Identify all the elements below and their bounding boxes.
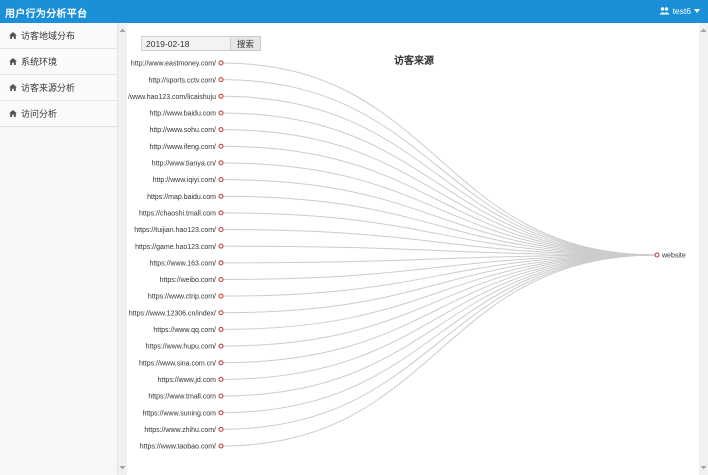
source-node[interactable] (218, 60, 224, 66)
source-node-label: https://www.tmall.com (148, 394, 216, 401)
caret-down-icon (694, 9, 700, 13)
source-node[interactable] (218, 260, 224, 266)
source-node-label: https://www.taobao.com/ (140, 444, 216, 451)
tree-link (220, 254, 658, 380)
source-node[interactable] (218, 410, 224, 416)
sidebar-item-label: 访客来源分析 (21, 83, 76, 93)
source-node-label: https://www.hupu.com/ (146, 344, 216, 351)
source-node[interactable] (218, 227, 224, 233)
source-node-label: http://www.baidu.com (149, 111, 216, 118)
top-navbar: 用户行为分析平台 test6 (0, 0, 708, 23)
source-node[interactable] (218, 210, 224, 216)
app-title[interactable]: 用户行为分析平台 (5, 5, 87, 20)
sidebar: 访客地域分布 系统环境 访客来源分析 访问分析 (0, 23, 118, 475)
source-node[interactable] (218, 360, 224, 366)
tree-link (220, 145, 658, 256)
sidebar-scrollbar[interactable] (118, 23, 127, 475)
source-node-label: https://game.hao123.com/ (135, 244, 216, 251)
source-node-label: https://www.jd.com (158, 377, 217, 384)
home-icon (9, 84, 17, 91)
source-node[interactable] (218, 276, 224, 282)
source-node-label: http://www.ifeng.com/ (149, 144, 216, 151)
tree-links (220, 62, 658, 447)
source-node-label: https://www.ctrip.com/ (148, 294, 216, 301)
source-node-label: http://www.sohu.com/ (149, 127, 216, 134)
source-node-label: http://www.tianya.cn/ (152, 161, 216, 168)
user-menu[interactable]: test6 (659, 6, 700, 16)
source-node[interactable] (218, 393, 224, 399)
sidebar-item-visitor-region[interactable]: 访客地域分布 (0, 23, 117, 49)
users-icon (659, 7, 670, 15)
source-node[interactable] (218, 243, 224, 249)
source-node[interactable] (218, 193, 224, 199)
source-node-label: https://www.12306.cn/index/ (129, 310, 216, 317)
tree-link (220, 254, 658, 364)
source-node[interactable] (218, 376, 224, 382)
source-node-label: https://chaoshi.tmall.com (139, 210, 216, 217)
source-node-label: https://tuijian.hao123.com/ (134, 227, 216, 234)
source-node-label: https://map.baidu.com (147, 194, 216, 201)
source-node[interactable] (218, 127, 224, 133)
source-node-label: http://www.hao123.com/licaishuju (128, 94, 216, 101)
source-node[interactable] (218, 177, 224, 183)
home-icon (9, 110, 17, 117)
source-node-label: https://weibo.com/ (160, 277, 216, 284)
sidebar-item-label: 访客地域分布 (21, 31, 76, 41)
root-node[interactable] (654, 252, 660, 258)
tree-link (220, 254, 658, 430)
source-node[interactable] (218, 326, 224, 332)
source-node[interactable] (218, 293, 224, 299)
tree-link (220, 254, 658, 347)
source-node[interactable] (218, 443, 224, 449)
source-node[interactable] (218, 310, 224, 316)
source-node[interactable] (218, 93, 224, 99)
source-node[interactable] (218, 426, 224, 432)
scroll-down-icon[interactable] (700, 464, 707, 471)
home-icon (9, 58, 17, 65)
home-icon (9, 32, 17, 39)
sidebar-item-system-env[interactable]: 系统环境 (0, 49, 117, 75)
main-scrollbar[interactable] (699, 23, 708, 475)
source-node[interactable] (218, 143, 224, 149)
tree-link (220, 254, 658, 314)
sidebar-item-visit-analysis[interactable]: 访问分析 (0, 101, 117, 127)
source-node[interactable] (218, 343, 224, 349)
root-node-label: website (661, 253, 686, 260)
source-node-label: https://www.163.com/ (149, 260, 216, 267)
sidebar-item-label: 系统环境 (21, 57, 58, 67)
tree-link (220, 162, 658, 256)
tree-link (220, 179, 658, 256)
scroll-down-icon[interactable] (119, 464, 126, 471)
sidebar-item-label: 访问分析 (21, 109, 58, 119)
source-node[interactable] (218, 77, 224, 83)
source-node-label: https://www.suning.com (142, 410, 216, 417)
source-node-label: http://sports.cctv.com/ (148, 77, 216, 84)
tree-link (220, 79, 658, 256)
main-content: 搜索 访客来源 http://www.eastmoney.com/http://… (128, 23, 698, 475)
source-node-label: http://www.eastmoney.com/ (131, 61, 216, 68)
scroll-up-icon[interactable] (700, 27, 707, 34)
source-node-label: https://www.zhihu.com/ (144, 427, 216, 434)
user-name: test6 (672, 6, 691, 16)
sidebar-item-visitor-source[interactable]: 访客来源分析 (0, 75, 117, 101)
source-node[interactable] (218, 110, 224, 116)
tree-link (220, 95, 658, 256)
source-node-label: http://www.iqiyi.com/ (153, 177, 216, 184)
source-node-label: https://www.sina.com.cn/ (139, 360, 216, 367)
tree-link (220, 62, 658, 256)
scroll-up-icon[interactable] (119, 27, 126, 34)
tree-link (220, 129, 658, 256)
visitor-source-tree-chart: http://www.eastmoney.com/http://sports.c… (128, 60, 686, 451)
source-node[interactable] (218, 160, 224, 166)
source-node-label: https://www.qq.com/ (153, 327, 216, 334)
tree-link (220, 254, 658, 330)
